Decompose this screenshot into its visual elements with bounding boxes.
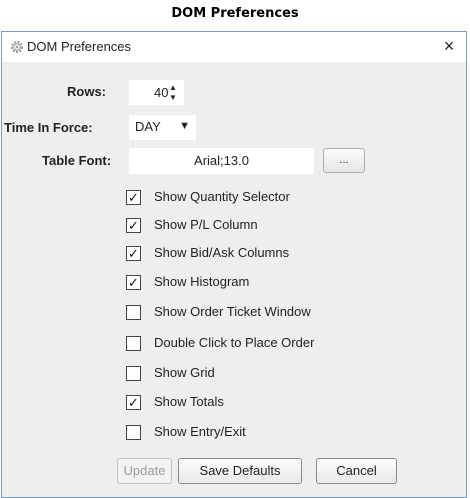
checkbox-label: Show Histogram (154, 274, 250, 289)
checkbox-box[interactable] (126, 305, 141, 320)
checkbox-box[interactable]: ✓ (126, 218, 141, 233)
checkbox-box[interactable]: ✓ (126, 275, 141, 290)
checkbox-box[interactable]: ✓ (126, 190, 141, 205)
checkbox-label: Show P/L Column (154, 217, 258, 232)
time-in-force-label: Time In Force: (4, 120, 93, 135)
table-font-label: Table Font: (42, 153, 112, 168)
image-caption: DOM Preferences (171, 6, 299, 21)
choose-font-button[interactable]: ... (323, 148, 365, 173)
checkbox-label: Show Grid (154, 365, 215, 380)
title-bar: DOM Preferences × (2, 32, 466, 62)
time-in-force-value: DAY (135, 119, 161, 134)
checkbox-label: Show Bid/Ask Columns (154, 245, 290, 260)
checkbox-label: Show Totals (154, 394, 224, 409)
checkbox-label: Show Order Ticket Window (154, 304, 311, 319)
rows-value[interactable]: 40 (154, 85, 168, 100)
checkbox-box[interactable]: ✓ (126, 246, 141, 261)
close-icon[interactable]: × (440, 36, 458, 56)
chevron-down-icon: ▼ (179, 120, 190, 132)
checkbox-box[interactable]: ✓ (126, 395, 141, 410)
checkbox-label: Double Click to Place Order (154, 335, 315, 350)
update-button[interactable]: Update (117, 458, 172, 484)
time-in-force-select[interactable]: DAY ▼ (129, 115, 196, 140)
cancel-button[interactable]: Cancel (316, 458, 397, 484)
window-title: DOM Preferences (27, 39, 132, 54)
rows-label: Rows: (67, 84, 106, 99)
dom-preferences-dialog: DOM Preferences × Rows: 40 ▲ ▼ Time In F… (1, 31, 467, 498)
spinner-up-icon[interactable]: ▲ (168, 83, 178, 93)
checkbox-label: Show Entry/Exit (154, 424, 246, 439)
checkbox-label: Show Quantity Selector (154, 189, 290, 204)
checkbox-box[interactable] (126, 425, 141, 440)
gear-icon (11, 41, 23, 53)
save-defaults-button[interactable]: Save Defaults (178, 458, 302, 484)
table-font-field[interactable]: Arial;13.0 (129, 148, 314, 174)
spinner-down-icon[interactable]: ▼ (168, 93, 178, 103)
checkbox-box[interactable] (126, 336, 141, 351)
rows-spinner[interactable]: 40 ▲ ▼ (129, 80, 184, 105)
checkbox-box[interactable] (126, 366, 141, 381)
